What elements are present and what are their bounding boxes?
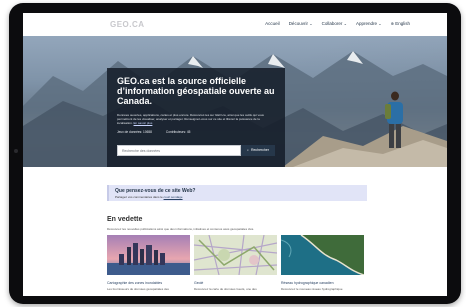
stat-datasets: Jeux de données: 10658 — [117, 130, 152, 134]
survey-text: Partagez vos commentaires dans le court … — [115, 195, 183, 199]
language-toggle[interactable]: ⊕ English — [391, 21, 410, 26]
hero-banner: GEO.ca est la source officielle d’inform… — [23, 36, 447, 167]
search-button-label: Rechercher — [250, 148, 270, 152]
tablet-device: GEO.CA Accueil Découvrir ⌄ Collaborer ⌄ … — [9, 3, 461, 304]
card-description: Les fournisseurs de données géospatiales… — [107, 287, 169, 291]
card-description: Découvrez la carte de données Geolé, une… — [194, 287, 257, 291]
hero-stats: Jeux de données: 10658 Contributeurs: 45 — [117, 130, 277, 134]
city-skyline-image — [107, 235, 190, 275]
survey-banner: Que pensez-vous de ce site Web? Partagez… — [107, 185, 367, 201]
site-logo[interactable]: GEO.CA — [110, 20, 145, 29]
stat-contributors: Contributeurs: 45 — [165, 130, 191, 134]
nav-item-decouvrir[interactable]: Découvrir ⌄ — [289, 21, 313, 26]
featured-card[interactable]: Cartographie des zones inondables Les fo… — [107, 235, 190, 296]
card-title[interactable]: Cartographie des zones inondables — [107, 281, 190, 285]
survey-text-body: Partagez vos commentaires dans le — [115, 195, 163, 199]
card-title[interactable]: Geolé — [194, 281, 277, 285]
featured-description: Découvrez les nouvelles publications ain… — [107, 227, 255, 231]
site-header: GEO.CA Accueil Découvrir ⌄ Collaborer ⌄ … — [23, 13, 447, 36]
coastline-image — [281, 235, 364, 275]
featured-heading: En vedette — [107, 216, 143, 223]
nav-label: Accueil — [265, 21, 280, 26]
nav-label: Collaborer — [321, 21, 343, 26]
survey-link[interactable]: court sondage — [164, 195, 183, 199]
card-description: Découvrez le nouveau réseau hydrographiq… — [281, 287, 343, 291]
language-label: English — [395, 21, 410, 26]
nav-item-apprendre[interactable]: Apprendre ⌄ — [356, 21, 382, 26]
search-button[interactable]: ⌕ Rechercher — [241, 145, 275, 156]
camera-icon — [14, 149, 18, 153]
hero-lead: Données ouvertes, applications, cartes e… — [117, 113, 275, 125]
map-image — [194, 235, 277, 275]
globe-icon: ⊕ — [390, 21, 394, 26]
hero-panel: GEO.ca est la source officielle d’inform… — [107, 68, 285, 167]
browser-screen: GEO.CA Accueil Découvrir ⌄ Collaborer ⌄ … — [23, 13, 447, 296]
chevron-down-icon: ⌄ — [378, 21, 382, 26]
featured-card[interactable]: Réseau hydrographique canadien Découvrez… — [281, 235, 364, 296]
nav-item-collaborer[interactable]: Collaborer ⌄ — [322, 21, 347, 26]
chevron-down-icon: ⌄ — [343, 21, 347, 26]
nav-label: Découvrir — [288, 21, 308, 26]
survey-title: Que pensez-vous de ce site Web? — [115, 188, 196, 194]
featured-card[interactable]: Geolé Découvrez la carte de données Geol… — [194, 235, 277, 296]
hero-title: GEO.ca est la source officielle d’inform… — [117, 76, 275, 106]
chevron-down-icon: ⌄ — [309, 21, 313, 26]
search-icon: ⌕ — [246, 148, 249, 152]
nav-label: Apprendre — [355, 21, 377, 26]
card-title[interactable]: Réseau hydrographique canadien — [281, 281, 364, 285]
search-input[interactable]: Recherche des données — [117, 145, 241, 156]
nav-item-accueil[interactable]: Accueil — [265, 21, 280, 26]
hero-lead-link[interactable]: En savoir plus — [134, 121, 153, 125]
main-nav: Accueil Découvrir ⌄ Collaborer ⌄ Apprend… — [265, 21, 410, 26]
